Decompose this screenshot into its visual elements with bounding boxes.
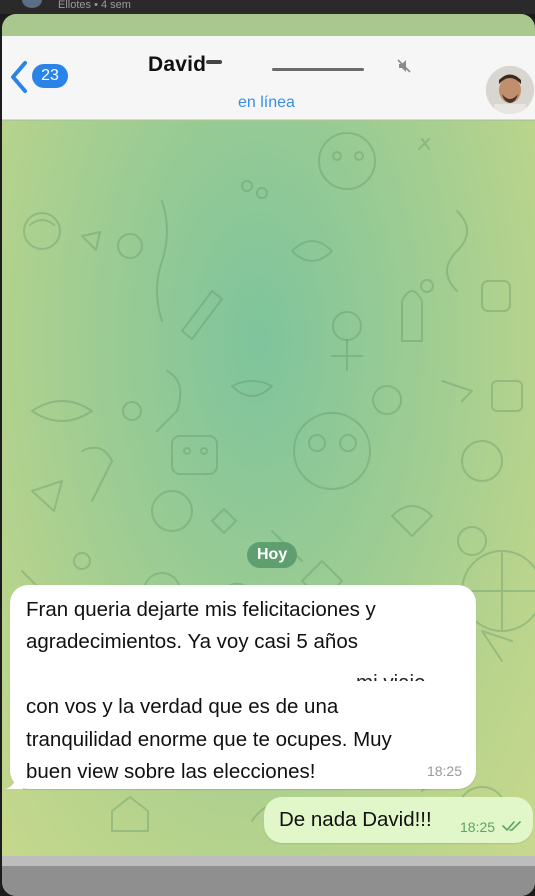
muted-bell-icon (397, 59, 411, 73)
message-line: con vos y la verdad que es de una (26, 695, 339, 719)
message-line-obscured: mi viaje (26, 659, 471, 691)
input-bar-area (2, 856, 535, 896)
chat-header: 23 David en línea (2, 36, 535, 120)
presence-status: en línea (238, 94, 295, 111)
message-text: De nada David!!! (279, 808, 432, 831)
double-check-icon (502, 821, 521, 832)
chat-screen: 23 David en línea Hoy Fran queria dejart… (2, 14, 535, 896)
message-line: Fran queria dejarte mis felicitaciones y (26, 598, 376, 621)
message-text: Fran queria dejarte mis felicitaciones y… (26, 594, 471, 788)
message-line: tranquilidad enorme que te ocupes. Muy (26, 727, 392, 751)
story-avatar-icon (22, 0, 42, 8)
message-line: agradecimientos. Ya voy casi 5 años (26, 630, 358, 654)
message-time: 18:25 (460, 819, 496, 835)
status-strip: Ellotes • 4 sem (0, 0, 535, 14)
incoming-message[interactable]: Fran queria dejarte mis felicitaciones y… (5, 585, 476, 789)
redacted-surname (206, 54, 396, 80)
contact-name[interactable]: David (148, 53, 206, 77)
back-chevron-icon[interactable] (7, 59, 31, 95)
message-line: buen view sobre las elecciones! (26, 759, 316, 783)
obscured-fragment: mi viaje (26, 667, 471, 681)
unread-count-badge[interactable]: 23 (32, 64, 68, 88)
message-time: 18:25 (426, 763, 462, 779)
contact-avatar[interactable] (486, 66, 534, 114)
bubble-tail (5, 773, 23, 789)
status-text: Ellotes • 4 sem (58, 0, 131, 11)
outgoing-message[interactable]: De nada David!!! 18:25 (264, 797, 533, 843)
date-separator: Hoy (247, 542, 298, 568)
